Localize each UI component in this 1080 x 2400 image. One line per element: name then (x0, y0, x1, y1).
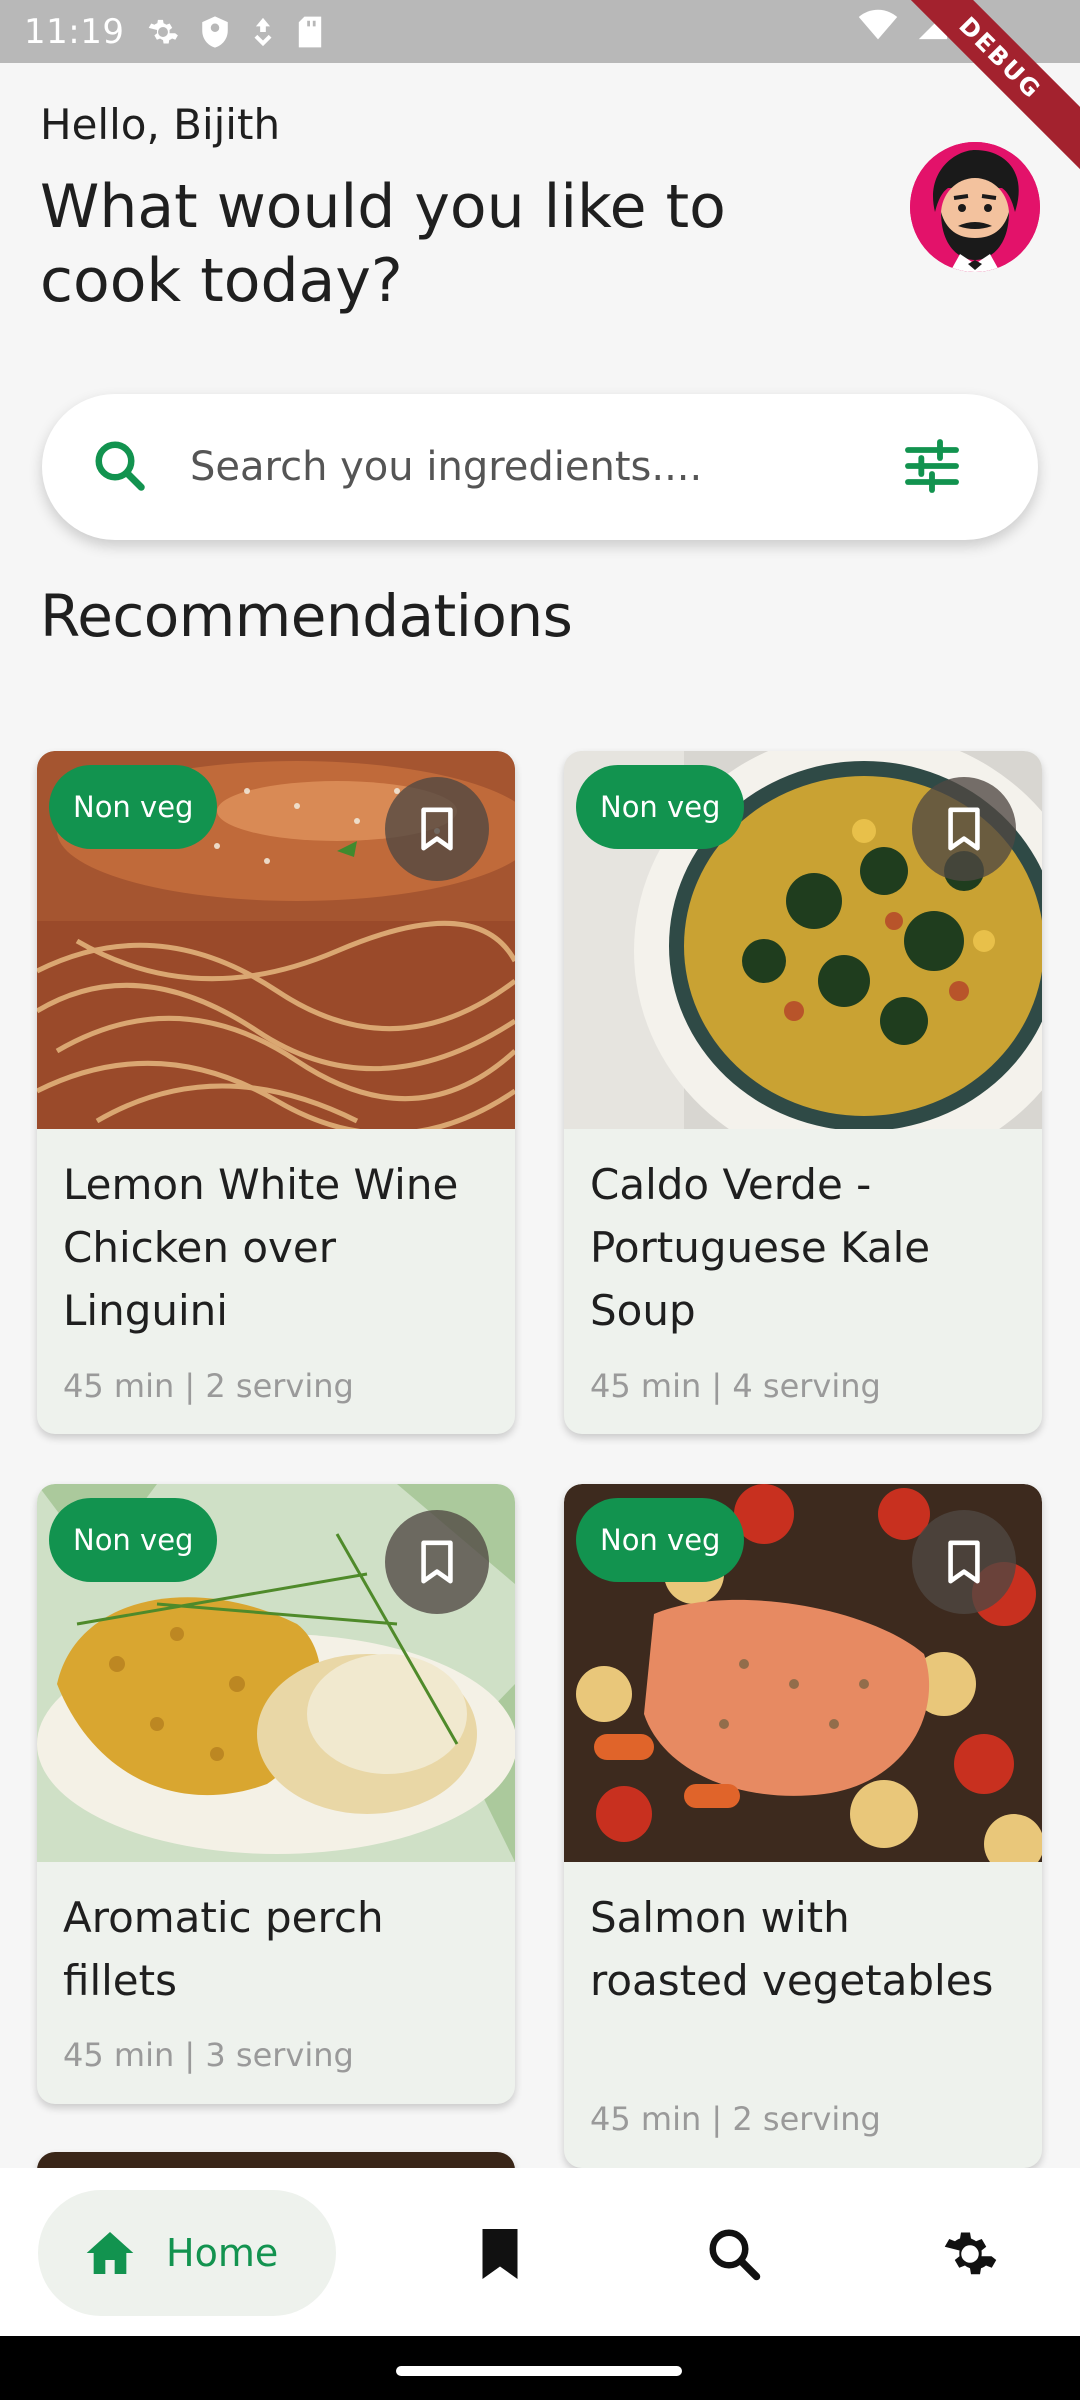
settings-icon[interactable] (940, 2224, 1000, 2284)
recipe-meta: 45 min | 2 serving (590, 2100, 881, 2138)
recipe-title: Caldo Verde - Portuguese Kale Soup (590, 1160, 931, 1335)
section-title: Recommendations (40, 582, 573, 650)
recipe-image-pasta: Non veg (37, 751, 515, 1129)
nav-home-tab[interactable]: Home (38, 2190, 336, 2316)
recipe-meta: 45 min | 3 serving (63, 2036, 354, 2074)
recipe-title: Aromatic perch fillets (63, 1893, 384, 2005)
search-input[interactable] (190, 432, 830, 502)
sd-card-icon (299, 16, 322, 47)
search-icon[interactable] (704, 2224, 764, 2284)
wifi-icon (858, 9, 898, 40)
recipe-card[interactable]: Non veg Aromatic perch fillets 45 min | … (37, 1484, 515, 2104)
home-gesture-handle[interactable] (396, 2366, 682, 2376)
bookmark-outline-icon (948, 807, 980, 851)
recipe-meta: 45 min | 4 serving (590, 1367, 881, 1405)
recipe-card[interactable]: Non veg Caldo Verde - Portuguese Kale So… (564, 751, 1042, 1434)
nav-home-label: Home (166, 2231, 279, 2275)
bookmark-button[interactable] (912, 777, 1016, 881)
status-icons-left (146, 15, 324, 49)
bookmark-outline-icon (421, 1540, 453, 1584)
user-avatar[interactable] (910, 142, 1040, 272)
recipe-meta: 45 min | 2 serving (63, 1367, 354, 1405)
bookmark-button[interactable] (912, 1510, 1016, 1614)
diet-badge: Non veg (576, 1498, 745, 1582)
location-icon (254, 17, 272, 46)
avatar-cartoon-man-icon (910, 142, 1040, 272)
bookmark-button[interactable] (385, 777, 489, 881)
search-bar (42, 394, 1038, 540)
bookmark-outline-icon (421, 807, 453, 851)
app-screen: 11:19 DEBUG Hello, Bijith What would you… (0, 0, 1080, 2400)
status-time: 11:19 (24, 11, 125, 52)
recipe-image-soup: Non veg (564, 751, 1042, 1129)
bookmark-button[interactable] (385, 1510, 489, 1614)
settings-icon (149, 19, 179, 43)
recipe-image-fish: Non veg (37, 1484, 515, 1862)
diet-badge: Non veg (49, 765, 218, 849)
recipe-image-salmon: Non veg (564, 1484, 1042, 1862)
headline-text: What would you like to cook today? (40, 172, 726, 316)
recipe-card[interactable]: Non veg Salmon with roasted vegetables 4… (564, 1484, 1042, 2168)
bottom-navigation: Home (0, 2168, 1080, 2336)
greeting-text: Hello, Bijith (40, 100, 281, 149)
bookmark-outline-icon (948, 1540, 980, 1584)
recipe-title: Lemon White Wine Chicken over Linguini (63, 1160, 459, 1335)
home-icon (86, 2232, 134, 2274)
bookmark-icon[interactable] (470, 2224, 530, 2284)
diet-badge: Non veg (576, 765, 745, 849)
status-bar: 11:19 DEBUG (0, 0, 1080, 180)
filter-icon[interactable] (900, 434, 964, 498)
shield-icon (202, 15, 229, 48)
diet-badge: Non veg (49, 1498, 218, 1582)
search-icon[interactable] (90, 436, 150, 496)
recipe-title: Salmon with roasted vegetables (590, 1893, 994, 2005)
recipe-card[interactable]: Non veg Lemon White Wine Chicken over Li… (37, 751, 515, 1434)
